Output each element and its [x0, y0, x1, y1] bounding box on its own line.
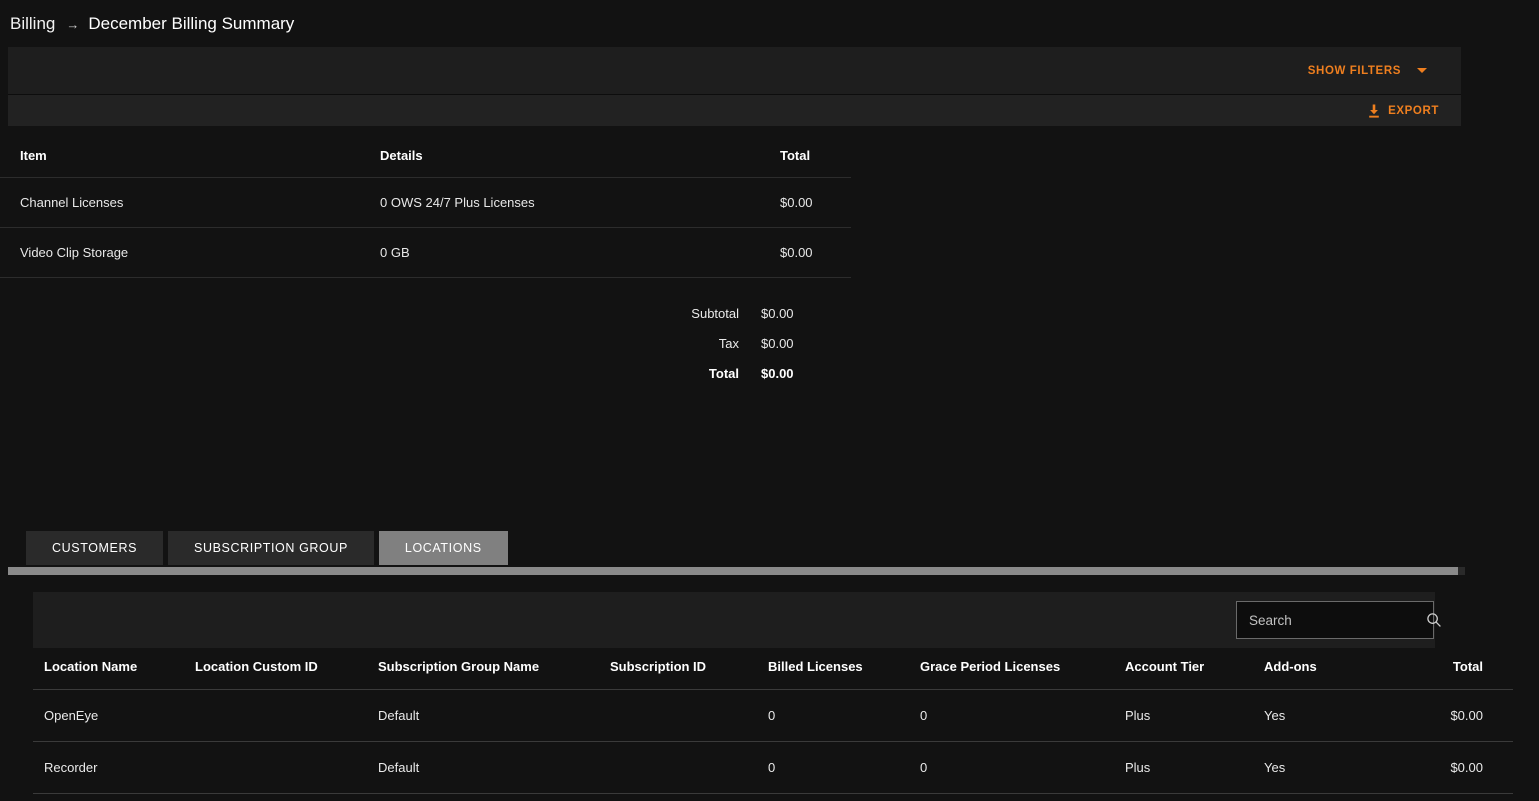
- column-header-total[interactable]: Total: [1434, 648, 1513, 690]
- cell-add-ons: Yes: [1264, 741, 1434, 794]
- cell-location-custom-id: [195, 741, 378, 794]
- billing-toolbar-panel: SHOW FILTERS EXPORT: [8, 47, 1461, 126]
- subtotal-label: Subtotal: [691, 305, 739, 321]
- table-header-row: Location Name Location Custom ID Subscri…: [33, 648, 1513, 690]
- search-input[interactable]: [1249, 612, 1426, 628]
- cell-total: $0.00: [1434, 741, 1513, 794]
- cell-total: $0.00: [780, 177, 851, 228]
- column-header-location-custom-id[interactable]: Location Custom ID: [195, 648, 378, 690]
- breadcrumb-separator-icon: →: [66, 17, 80, 32]
- grand-total-value: $0.00: [761, 365, 794, 381]
- tab-bar-section: CUSTOMERS SUBSCRIPTION GROUP LOCATIONS: [0, 531, 1539, 575]
- breadcrumb: Billing → December Billing Summary: [0, 0, 1539, 47]
- column-header-account-tier[interactable]: Account Tier: [1125, 648, 1264, 690]
- cell-details: 0 OWS 24/7 Plus Licenses: [380, 177, 780, 228]
- cell-total: $0.00: [1434, 689, 1513, 742]
- filter-row: SHOW FILTERS: [8, 47, 1461, 95]
- cell-grace-period-licenses: 0: [920, 689, 1125, 742]
- cell-subscription-id: [610, 689, 768, 742]
- column-header-total: Total: [780, 140, 851, 178]
- cell-location-name: Recorder: [33, 741, 195, 794]
- column-header-subscription-id[interactable]: Subscription ID: [610, 648, 768, 690]
- horizontal-scrollbar-track[interactable]: [8, 567, 1465, 575]
- totals-row-total: Total $0.00: [0, 358, 851, 388]
- cell-item: Video Clip Storage: [0, 227, 380, 278]
- cell-account-tier: Plus: [1125, 689, 1264, 742]
- table-row[interactable]: Video Clip Storage 0 GB $0.00: [0, 227, 851, 278]
- billing-summary-section: Item Details Total Channel Licenses 0 OW…: [0, 140, 851, 388]
- column-header-item: Item: [0, 140, 380, 178]
- locations-table: Location Name Location Custom ID Subscri…: [33, 648, 1513, 794]
- breadcrumb-link-billing[interactable]: Billing: [10, 14, 55, 34]
- horizontal-scrollbar-thumb[interactable]: [8, 567, 1458, 575]
- cell-account-tier: Plus: [1125, 741, 1264, 794]
- locations-toolbar: [33, 592, 1441, 648]
- cell-grace-period-licenses: 0: [920, 741, 1125, 794]
- cell-subscription-group-name: Default: [378, 741, 610, 794]
- export-row: EXPORT: [8, 95, 1461, 126]
- column-header-location-name[interactable]: Location Name: [33, 648, 195, 690]
- cell-add-ons: Yes: [1264, 689, 1434, 742]
- cell-location-custom-id: [195, 689, 378, 742]
- cell-subscription-id: [610, 741, 768, 794]
- download-icon: [1369, 104, 1379, 118]
- column-header-billed-licenses[interactable]: Billed Licenses: [768, 648, 920, 690]
- cell-billed-licenses: 0: [768, 741, 920, 794]
- cell-total: $0.00: [780, 227, 851, 278]
- breadcrumb-current-page: December Billing Summary: [88, 13, 295, 33]
- table-row[interactable]: Channel Licenses 0 OWS 24/7 Plus License…: [0, 177, 851, 228]
- tab-customers[interactable]: CUSTOMERS: [26, 531, 164, 565]
- cell-item: Channel Licenses: [0, 177, 380, 228]
- cell-location-name: OpenEye: [33, 689, 195, 742]
- tab-locations[interactable]: LOCATIONS: [378, 531, 508, 565]
- table-row[interactable]: Recorder Default 0 0 Plus Yes $0.00: [33, 741, 1513, 794]
- subtotal-value: $0.00: [761, 305, 794, 321]
- billing-summary-table: Item Details Total Channel Licenses 0 OW…: [0, 140, 851, 278]
- tax-label: Tax: [718, 335, 739, 351]
- grand-total-label: Total: [708, 365, 739, 381]
- chevron-down-icon: [1417, 68, 1427, 73]
- column-header-subscription-group-name[interactable]: Subscription Group Name: [378, 648, 610, 690]
- column-header-details: Details: [380, 140, 780, 178]
- totals-row-subtotal: Subtotal $0.00: [0, 298, 851, 328]
- table-row[interactable]: OpenEye Default 0 0 Plus Yes $0.00: [33, 689, 1513, 742]
- billing-totals: Subtotal $0.00 Tax $0.00 Total $0.00: [0, 298, 851, 388]
- export-label: EXPORT: [1388, 104, 1439, 117]
- totals-row-tax: Tax $0.00: [0, 328, 851, 358]
- cell-subscription-group-name: Default: [378, 689, 610, 742]
- cell-billed-licenses: 0: [768, 689, 920, 742]
- show-filters-button[interactable]: SHOW FILTERS: [1306, 61, 1429, 81]
- column-header-grace-period-licenses[interactable]: Grace Period Licenses: [920, 648, 1125, 690]
- cell-details: 0 GB: [380, 227, 780, 278]
- tab-subscription-group[interactable]: SUBSCRIPTION GROUP: [168, 531, 374, 565]
- show-filters-label: SHOW FILTERS: [1307, 64, 1401, 77]
- export-button[interactable]: EXPORT: [1365, 101, 1441, 121]
- tab-bar: CUSTOMERS SUBSCRIPTION GROUP LOCATIONS: [0, 531, 1539, 565]
- table-header-row: Item Details Total: [0, 140, 851, 178]
- column-header-add-ons[interactable]: Add-ons: [1264, 648, 1434, 690]
- tax-value: $0.00: [761, 335, 794, 351]
- search-icon[interactable]: [1426, 612, 1442, 628]
- locations-toolbar-panel: [33, 592, 1441, 648]
- search-box[interactable]: [1236, 601, 1441, 639]
- locations-table-section: Location Name Location Custom ID Subscri…: [33, 648, 1513, 794]
